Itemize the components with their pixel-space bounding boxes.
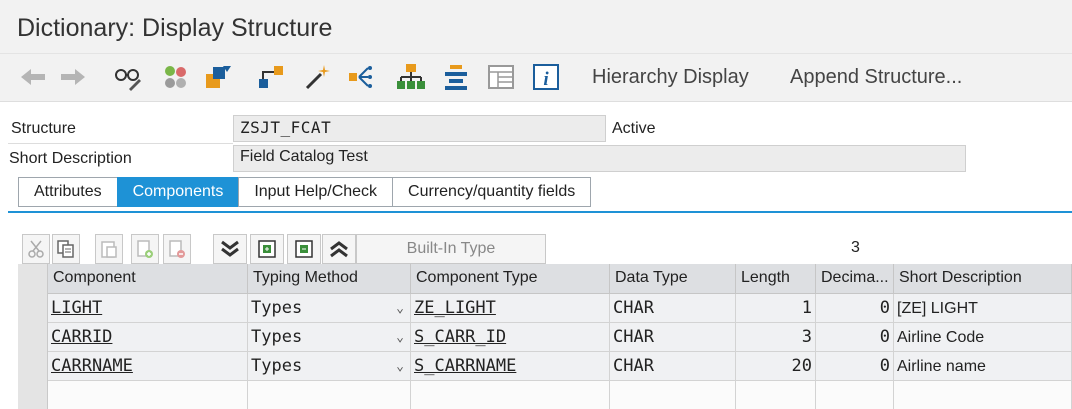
chevron-down-icon[interactable]: ⌄ [396,301,404,316]
copy-icon[interactable] [52,234,80,264]
components-table: Component Typing Method Component Type D… [18,264,1072,409]
cell-component-type[interactable]: S_CARRNAME [411,352,610,381]
cell-short-description[interactable]: [ZE] LIGHT [894,294,1072,323]
application-toolbar: i Hierarchy Display Append Structure... [0,54,1072,102]
empty-cell[interactable] [411,381,610,409]
cell-data-type[interactable]: CHAR [610,294,736,323]
row-count: 3 [851,239,860,256]
typing-method-value: Types [251,327,303,347]
insert-row-icon[interactable] [131,234,159,264]
empty-cell[interactable] [48,381,248,409]
structure-field: ZSJT_FCAT [233,115,606,142]
remove-include-icon[interactable] [287,234,321,264]
column-header-typing-method[interactable]: Typing Method [248,264,411,294]
tab-strip: Attributes Components Input Help/Check C… [18,177,592,207]
cell-short-description[interactable]: Airline name [894,352,1072,381]
table-view-icon[interactable] [486,62,516,92]
column-header-component[interactable]: Component [48,264,248,294]
column-header-short-description[interactable]: Short Description [894,264,1072,294]
stack-icon[interactable] [441,62,471,92]
cell-data-type[interactable]: CHAR [610,323,736,352]
info-icon[interactable]: i [531,62,561,92]
cell-component[interactable]: LIGHT [48,294,248,323]
activate-icon[interactable] [203,62,233,92]
wand-icon[interactable] [303,62,333,92]
column-header-component-type[interactable]: Component Type [411,264,610,294]
cell-length[interactable]: 3 [736,323,816,352]
where-used-icon[interactable] [256,62,286,92]
empty-cell[interactable] [248,381,411,409]
insert-include-icon[interactable] [250,234,284,264]
cell-typing-method[interactable]: Types ⌄ [248,352,411,381]
hierarchy-icon[interactable] [396,62,426,92]
empty-cell[interactable] [894,381,1072,409]
delete-row-icon[interactable] [163,234,191,264]
empty-cell[interactable] [610,381,736,409]
cell-decimals[interactable]: 0 [816,294,894,323]
hierarchy-display-button[interactable]: Hierarchy Display [592,66,749,89]
paste-icon[interactable] [95,234,123,264]
column-header-data-type[interactable]: Data Type [610,264,736,294]
chevron-down-icon[interactable]: ⌄ [396,330,404,345]
tab-attributes[interactable]: Attributes [18,177,117,207]
svg-text:i: i [543,69,549,90]
window-title: Dictionary: Display Structure [17,14,333,42]
tab-currency-quantity-fields[interactable]: Currency/quantity fields [392,177,592,207]
cut-icon[interactable] [22,234,50,264]
divider [8,143,233,144]
row-selector-column[interactable] [18,264,48,409]
collapse-up-icon[interactable] [322,234,356,264]
cell-component[interactable]: CARRNAME [48,352,248,381]
short-description-field: Field Catalog Test [233,145,966,172]
column-header-decimals[interactable]: Decima... [816,264,894,294]
cell-data-type[interactable]: CHAR [610,352,736,381]
structure-label: Structure [11,120,76,137]
tab-input-help-check[interactable]: Input Help/Check [238,177,393,207]
collapse-down-icon[interactable] [213,234,247,264]
glasses-edit-icon[interactable] [113,62,143,92]
other-object-icon[interactable] [160,62,190,92]
typing-method-value: Types [251,356,303,376]
empty-cell[interactable] [816,381,894,409]
cell-component-type[interactable]: ZE_LIGHT [411,294,610,323]
short-description-label: Short Description [9,150,132,167]
tab-components[interactable]: Components [116,177,239,207]
title-bar: Dictionary: Display Structure [0,0,1072,54]
typing-method-value: Types [251,298,303,318]
forward-arrow-icon[interactable] [58,62,88,92]
cell-decimals[interactable]: 0 [816,352,894,381]
tab-underline [8,211,1072,213]
cell-short-description[interactable]: Airline Code [894,323,1072,352]
built-in-type-button[interactable]: Built-In Type [356,234,546,264]
empty-cell[interactable] [736,381,816,409]
column-header-length[interactable]: Length [736,264,816,294]
cell-decimals[interactable]: 0 [816,323,894,352]
cell-typing-method[interactable]: Types ⌄ [248,294,411,323]
cell-component-type[interactable]: S_CARR_ID [411,323,610,352]
chevron-down-icon[interactable]: ⌄ [396,359,404,374]
status-text: Active [612,120,656,137]
append-structure-button[interactable]: Append Structure... [790,66,962,89]
cell-length[interactable]: 20 [736,352,816,381]
cell-component[interactable]: CARRID [48,323,248,352]
cell-typing-method[interactable]: Types ⌄ [248,323,411,352]
back-arrow-icon[interactable] [18,62,48,92]
cell-length[interactable]: 1 [736,294,816,323]
navigate-icon[interactable] [346,62,376,92]
